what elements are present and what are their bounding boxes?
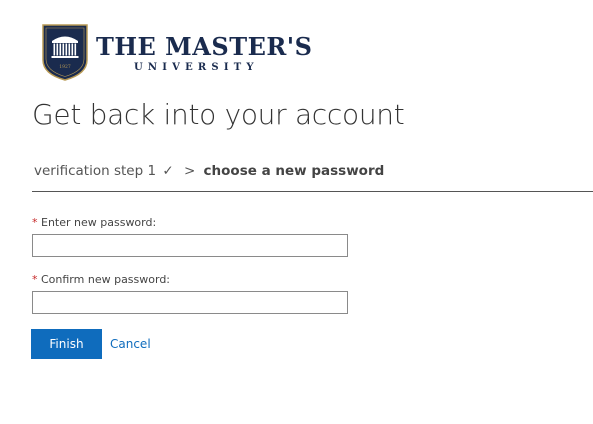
required-marker: * — [32, 216, 38, 229]
university-name: THE MASTER'S — [96, 32, 313, 61]
check-icon: ✓ — [162, 163, 174, 179]
new-password-label-text: Enter new password: — [41, 216, 157, 229]
required-marker: * — [32, 273, 38, 286]
crest-icon: 1927 — [42, 24, 88, 81]
step-separator: > — [183, 163, 196, 179]
confirm-password-input[interactable] — [32, 291, 348, 314]
university-wordmark: THE MASTER'S UNIVERSITY — [96, 32, 313, 74]
confirm-password-label-text: Confirm new password: — [41, 273, 171, 286]
cancel-link[interactable]: Cancel — [110, 337, 151, 351]
password-reset-page: 1927 THE MASTER'S UNIVERSITY Get back in… — [0, 0, 593, 424]
step-divider — [32, 191, 593, 192]
confirm-password-label: * Confirm new password: — [32, 273, 170, 286]
new-password-label: * Enter new password: — [32, 216, 156, 229]
page-title: Get back into your account — [32, 98, 405, 131]
university-subtitle: UNIVERSITY — [134, 62, 259, 73]
finish-button[interactable]: Finish — [31, 329, 102, 359]
step-indicator: verification step 1 ✓ > choose a new pas… — [34, 163, 384, 179]
new-password-input[interactable] — [32, 234, 348, 257]
step-current: choose a new password — [203, 163, 385, 179]
step-previous: verification step 1 — [34, 163, 157, 179]
crest-year: 1927 — [59, 64, 71, 70]
university-logo: 1927 THE MASTER'S UNIVERSITY — [41, 24, 312, 81]
